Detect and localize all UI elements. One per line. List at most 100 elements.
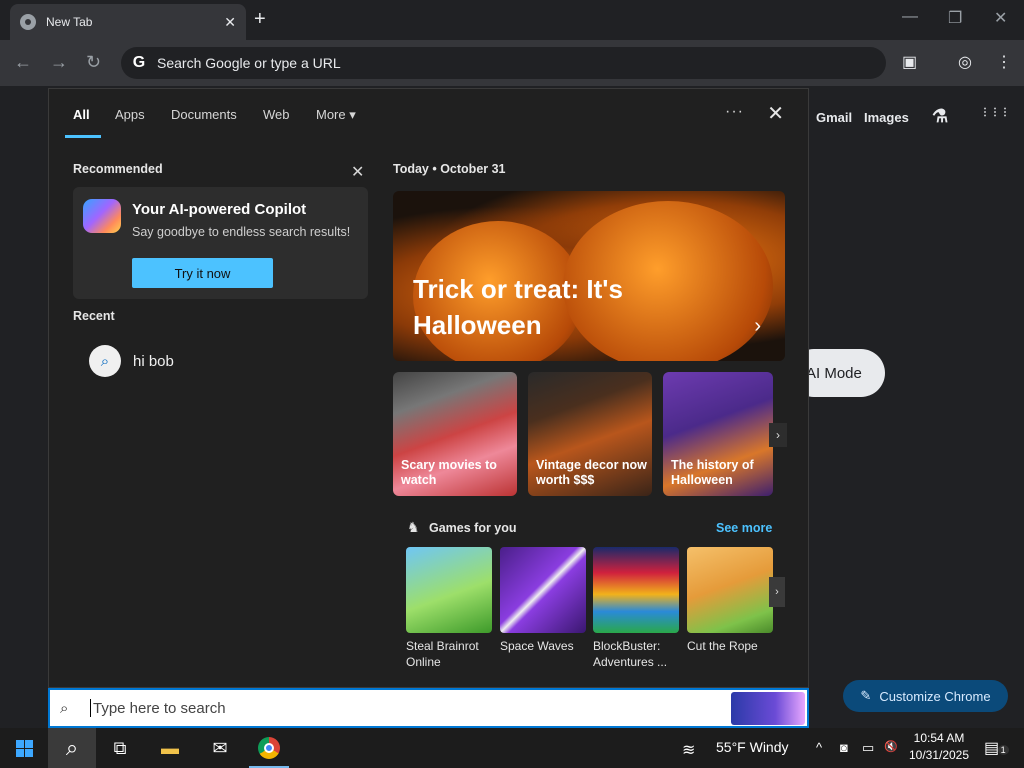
network-icon[interactable]: ▭ [862, 740, 874, 756]
tab-more[interactable]: More ▾ [316, 107, 356, 123]
volume-muted-icon[interactable]: 🔇 [884, 740, 898, 753]
hero-arrow-icon[interactable]: › [754, 315, 761, 338]
forward-button[interactable]: → [50, 52, 68, 73]
game-name[interactable]: Cut the Rope [687, 638, 777, 654]
news-card-halloween-history[interactable]: The history of Halloween [663, 372, 773, 496]
search-input[interactable] [91, 699, 691, 717]
notification-center-icon: ▤ [984, 740, 1000, 757]
task-view-button[interactable]: ⧉ [96, 728, 144, 768]
game-tile-space-waves[interactable] [500, 547, 586, 633]
search-flyout: All Apps Documents Web More ▾ ··· ✕ Reco… [48, 88, 809, 688]
tab-strip: New Tab ✕ + — ❐ ✕ [0, 0, 1024, 40]
show-hidden-icons-icon[interactable]: ^ [816, 740, 822, 755]
try-it-now-button[interactable]: Try it now [132, 258, 273, 288]
search-tabs: All Apps Documents Web More ▾ ··· ✕ [49, 89, 808, 139]
tab-all[interactable]: All [73, 107, 90, 122]
clock[interactable]: 10:54 AM 10/31/2025 [906, 730, 972, 764]
task-view-icon: ⧉ [113, 737, 127, 758]
copilot-icon [83, 199, 121, 233]
start-button[interactable] [0, 728, 48, 768]
recommended-label: Recommended [73, 162, 163, 176]
tab-title: New Tab [46, 15, 93, 29]
reload-button[interactable]: ↻ [86, 52, 101, 73]
notification-count: 1 [997, 745, 1009, 755]
chrome-menu-icon[interactable]: ⋮ [996, 52, 1012, 72]
news-card-title: The history of Halloween [671, 458, 754, 487]
game-tile-steal-brainrot[interactable] [406, 547, 492, 633]
browser-toolbar: ← → ↻ G Search Google or type a URL ▣ ◎ … [0, 40, 1024, 86]
tab-close-icon[interactable]: ✕ [224, 14, 236, 31]
weather-icon[interactable]: ≋ [682, 740, 695, 760]
meet-now-icon[interactable]: ◙ [840, 740, 848, 755]
new-tab-button[interactable]: + [254, 8, 266, 31]
tab-apps[interactable]: Apps [115, 107, 145, 122]
recommended-close-icon[interactable]: ✕ [351, 162, 364, 182]
news-card-title: Vintage decor now worth $$$ [536, 458, 647, 487]
news-card-vintage-decor[interactable]: Vintage decor now worth $$$ [528, 372, 652, 496]
back-button[interactable]: ← [14, 52, 32, 73]
windows-logo-icon [15, 739, 33, 757]
gmail-link[interactable]: Gmail [816, 110, 852, 125]
mail-icon: ✉ [212, 737, 228, 758]
mail-button[interactable]: ✉ [196, 728, 244, 768]
close-flyout-icon[interactable]: ✕ [767, 101, 784, 126]
clock-time: 10:54 AM [913, 731, 965, 745]
game-name[interactable]: Steal Brainrot Online [406, 638, 496, 670]
file-explorer-button[interactable]: ▬ [146, 728, 194, 768]
chrome-favicon-icon [20, 14, 36, 30]
recent-item[interactable]: ⌕ hi bob [89, 345, 174, 377]
search-icon: ⌕ [65, 735, 79, 760]
games-next-icon[interactable]: › [769, 577, 785, 607]
clock-date: 10/31/2025 [908, 748, 970, 762]
profile-icon[interactable]: ◎ [958, 52, 972, 72]
copilot-card-subtitle: Say goodbye to endless search results! [132, 225, 351, 239]
games-icon: ♞ [407, 519, 420, 535]
games-label: Games for you [429, 521, 517, 535]
taskbar: ⌕ ⧉ ▬ ✉ ≋ 55°F Windy ^ ◙ ▭ 🔇 10:54 AM 10… [0, 728, 1024, 768]
copilot-card-title: Your AI-powered Copilot [132, 201, 307, 218]
game-name[interactable]: BlockBuster: Adventures ... [593, 638, 683, 670]
search-history-icon: ⌕ [89, 345, 121, 377]
game-tile-cut-the-rope[interactable] [687, 547, 773, 633]
game-name[interactable]: Space Waves [500, 638, 590, 654]
recent-label: Recent [73, 309, 115, 323]
hero-title: Trick or treat: It's Halloween [413, 274, 623, 340]
pencil-icon: ✎ [860, 688, 872, 703]
see-more-link[interactable]: See more [716, 521, 772, 535]
address-bar-placeholder: Search Google or type a URL [157, 55, 341, 71]
cast-icon[interactable]: ▣ [902, 52, 917, 72]
try-it-now-label: Try it now [174, 265, 231, 281]
close-window-button[interactable]: ✕ [994, 8, 1007, 28]
taskbar-search-button[interactable]: ⌕ [48, 728, 96, 768]
search-icon: ⌕ [60, 699, 69, 717]
tab-documents[interactable]: Documents [171, 107, 237, 122]
google-icon: G [132, 54, 146, 71]
maximize-button[interactable]: ❐ [948, 8, 962, 28]
address-bar[interactable]: G Search Google or type a URL [121, 47, 886, 79]
customize-chrome-button[interactable]: ✎ Customize Chrome [843, 680, 1008, 712]
active-tab-indicator [65, 135, 101, 138]
google-apps-icon[interactable]: ⋮⋮⋮ [980, 108, 1010, 118]
copilot-card: Your AI-powered Copilot Say goodbye to e… [73, 187, 368, 299]
halloween-search-highlight-image[interactable] [731, 692, 805, 725]
halloween-hero-card[interactable]: Trick or treat: It's Halloween › [393, 191, 785, 361]
recent-item-text: hi bob [133, 352, 174, 370]
tab-web[interactable]: Web [263, 107, 290, 122]
notifications-button[interactable]: ▤ 1 [984, 738, 1009, 758]
today-date-label: Today • October 31 [393, 162, 506, 176]
taskbar-search-box[interactable]: ⌕ [48, 688, 809, 728]
news-card-scary-movies[interactable]: Scary movies to watch [393, 372, 517, 496]
more-options-icon[interactable]: ··· [725, 103, 744, 121]
game-tile-blockbuster[interactable] [593, 547, 679, 633]
news-card-title: Scary movies to watch [401, 458, 497, 487]
chrome-icon [258, 737, 280, 759]
images-link[interactable]: Images [864, 110, 909, 125]
minimize-button[interactable]: — [902, 8, 918, 26]
weather-widget[interactable]: 55°F Windy [716, 739, 789, 755]
ai-mode-label: AI Mode [806, 364, 862, 382]
chrome-taskbar-button[interactable] [245, 728, 293, 768]
labs-icon[interactable]: ⚗ [932, 106, 948, 127]
cards-next-icon[interactable]: › [769, 423, 787, 447]
folder-icon: ▬ [161, 737, 179, 758]
tab-new-tab[interactable]: New Tab ✕ [10, 4, 246, 40]
